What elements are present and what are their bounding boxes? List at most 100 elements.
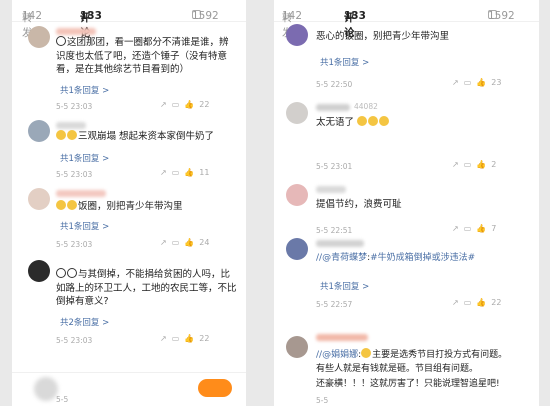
avatar[interactable] — [286, 336, 308, 358]
share-icon[interactable]: ↗ — [160, 168, 167, 177]
comment-date: 5-5 — [316, 396, 329, 405]
comment-date: 5-5 22:50 — [316, 80, 353, 89]
comment-icon[interactable]: ▭ — [464, 224, 472, 233]
comment-text: 饭圈，别把青少年带沟里 — [56, 200, 236, 214]
emoji-icon — [56, 200, 66, 210]
username[interactable] — [316, 104, 350, 111]
like-count: 11 — [199, 168, 210, 177]
like-icon[interactable]: 👍 — [476, 78, 486, 87]
avatar[interactable] — [28, 188, 50, 210]
panda-emoji-icon — [67, 268, 77, 278]
comment-date: 5-5 22:57 — [316, 300, 353, 309]
comment-icon[interactable]: ▭ — [464, 78, 472, 87]
comment-text-line: 有些人就是有钱就是砸。节目组有问题。 — [316, 364, 479, 374]
comment-actions: ↗ ▭ 👍 23 — [452, 78, 501, 87]
like-count: 22 — [199, 100, 210, 109]
reply-count-link[interactable]: 共1条回复 > — [60, 84, 109, 96]
comment-date: 5-5 23:01 — [316, 162, 353, 171]
reply-count-link[interactable]: 共2条回复 > — [60, 316, 109, 328]
comment-date: 5-5 23:03 — [56, 102, 93, 111]
comment-text: 恶心的饭圈，别把青少年带沟里 — [316, 31, 450, 42]
comment-text: 太无语了 — [316, 116, 526, 130]
emoji-icon — [379, 116, 390, 126]
hashtag-link[interactable]: #牛奶成箱倒掉或涉违法# — [370, 253, 475, 263]
like-icon[interactable]: 👍 — [476, 224, 486, 233]
share-icon[interactable]: ↗ — [160, 334, 167, 343]
comment-text: 这团那团，看一圈都分不清谁是谁，辨识度也太低了吧，还造个锤子（没有特意看，是在其… — [56, 36, 229, 75]
comment-icon[interactable]: ▭ — [172, 238, 180, 247]
like-icon[interactable]: 👍 — [184, 100, 194, 109]
share-icon[interactable]: ↗ — [160, 238, 167, 247]
emoji-icon — [67, 130, 77, 140]
comment-text: 提倡节约，浪费可耻 — [316, 199, 402, 210]
comment-actions: ↗ ▭ 👍 22 — [160, 334, 209, 343]
like-icon[interactable]: 👍 — [476, 298, 486, 307]
comment-text: //@青荷蝶梦:#牛奶成箱倒掉或涉违法# — [316, 253, 476, 263]
username[interactable] — [56, 28, 96, 35]
reply-count-link[interactable]: 共1条回复 > — [320, 280, 369, 292]
comment-actions: ↗ ▭ 👍 11 — [160, 168, 209, 177]
username[interactable] — [316, 186, 346, 193]
like-count: 23 — [491, 78, 502, 87]
avatar[interactable] — [286, 24, 308, 46]
username-suffix: 44082 — [354, 102, 378, 111]
right-screenshot-panel: 转发 142 评论 133 1592 恶心的饭圈，别把青少年带沟里 共1条回复 … — [274, 0, 539, 406]
like-icon[interactable]: 👍 — [476, 160, 486, 169]
like-icon[interactable]: 👍 — [184, 334, 194, 343]
tab-bar: 转发 142 评论 133 1592 — [12, 0, 246, 39]
avatar[interactable] — [286, 102, 308, 124]
comment-icon[interactable]: ▭ — [464, 298, 472, 307]
comment-icon[interactable]: ▭ — [172, 100, 180, 109]
share-icon[interactable]: ↗ — [452, 78, 459, 87]
avatar[interactable] — [28, 260, 50, 282]
comment-actions: ↗ ▭ 👍 24 — [160, 238, 209, 247]
emoji-icon — [56, 130, 66, 140]
comment-date: 5-5 22:51 — [316, 226, 353, 235]
comment-icon[interactable]: ▭ — [172, 168, 180, 177]
comment-actions: ↗ ▭ 👍 7 — [452, 224, 496, 233]
send-button[interactable] — [198, 379, 232, 397]
share-icon[interactable]: ↗ — [452, 298, 459, 307]
like-count: 22 — [199, 334, 210, 343]
mention-link[interactable]: //@青荷蝶梦 — [316, 253, 367, 263]
avatar[interactable] — [286, 184, 308, 206]
username[interactable] — [316, 334, 368, 341]
comment-text-line: 还豪横！！！这就厉害了！只能说理智追星吧! — [316, 379, 500, 389]
comment-date: 5-5 23:03 — [56, 336, 93, 345]
mention-link[interactable]: //@娟娟娜 — [316, 350, 358, 360]
reply-count-link[interactable]: 共1条回复 > — [60, 220, 109, 232]
comment-actions: ↗ ▭ 👍 22 — [160, 100, 209, 109]
comment-actions: ↗ ▭ 👍 22 — [452, 298, 501, 307]
comment-date: 5-5 23:03 — [56, 240, 93, 249]
panda-emoji-icon — [56, 36, 66, 46]
username[interactable] — [56, 122, 86, 129]
avatar[interactable] — [28, 120, 50, 142]
reply-count-link[interactable]: 共1条回复 > — [60, 152, 109, 164]
like-count: 22 — [491, 298, 502, 307]
comment-actions: ↗ ▭ 👍 2 — [452, 160, 496, 169]
comment-date: 5-5 23:03 — [56, 170, 93, 179]
comment-date: 5-5 — [56, 395, 69, 404]
like-count: 2 — [491, 160, 497, 169]
avatar[interactable] — [28, 26, 50, 48]
emoji-icon — [357, 116, 368, 126]
reply-count-link[interactable]: 共1条回复 > — [320, 56, 369, 68]
like-count: 7 — [491, 224, 497, 233]
like-icon[interactable]: 👍 — [184, 238, 194, 247]
avatar — [34, 377, 58, 401]
username[interactable] — [316, 240, 364, 247]
comment-icon[interactable]: ▭ — [172, 334, 180, 343]
emoji-icon — [361, 348, 372, 358]
share-icon[interactable]: ↗ — [160, 100, 167, 109]
avatar[interactable] — [286, 238, 308, 260]
comment-icon[interactable]: ▭ — [464, 160, 472, 169]
emoji-icon — [368, 116, 379, 126]
username[interactable] — [56, 190, 106, 197]
emoji-icon — [67, 200, 77, 210]
comment-input-bar: 5-5 — [12, 372, 246, 406]
share-icon[interactable]: ↗ — [452, 224, 459, 233]
left-screenshot-panel: 转发 142 评论 133 1592 这团那团，看一圈都分不清谁是谁，辨识度也太… — [12, 0, 246, 406]
like-icon[interactable]: 👍 — [184, 168, 194, 177]
tab-bar: 转发 142 评论 133 1592 — [274, 0, 539, 39]
share-icon[interactable]: ↗ — [452, 160, 459, 169]
